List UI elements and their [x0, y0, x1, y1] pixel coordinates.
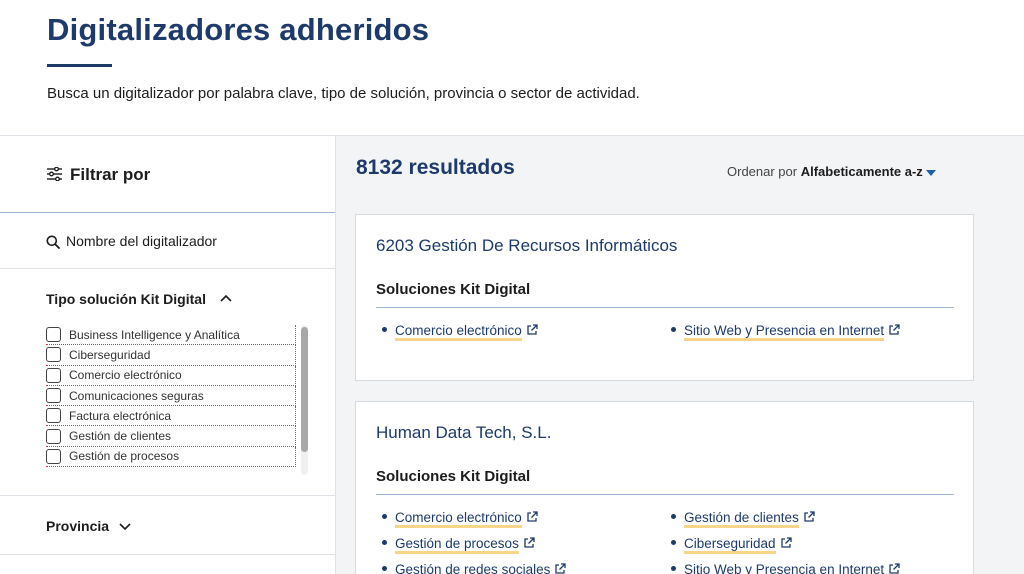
tipo-option-label: Ciberseguridad — [69, 347, 151, 362]
sliders-icon — [47, 167, 62, 181]
filter-sidebar: Filtrar por Nombre del digitalizador Tip… — [0, 135, 336, 574]
external-link-icon[interactable] — [888, 324, 900, 336]
solution-link[interactable]: Gestión de procesos — [382, 536, 535, 554]
solution-link-label[interactable]: Ciberseguridad — [684, 536, 776, 554]
results-panel: 8132 resultados Ordenar por Alfabeticame… — [336, 135, 1024, 574]
scrollbar-thumb[interactable] — [301, 327, 308, 452]
chevron-down-icon — [119, 523, 131, 531]
bullet — [382, 513, 387, 519]
tipo-option-label: Gestión de clientes — [69, 429, 172, 444]
card-title[interactable]: Human Data Tech, S.L. — [376, 423, 551, 443]
solution-link-label[interactable]: Sitio Web y Presencia en Internet — [684, 323, 885, 341]
result-card: Human Data Tech, S.L. Soluciones Kit Dig… — [355, 401, 974, 574]
bullet — [671, 513, 676, 519]
external-link-icon[interactable] — [554, 563, 566, 574]
external-link-icon[interactable] — [780, 537, 792, 549]
solution-link[interactable]: Sitio Web y Presencia en Internet — [671, 323, 900, 341]
bullet — [671, 326, 676, 332]
title-underline — [47, 64, 112, 67]
bullet — [671, 565, 676, 571]
caret-down-icon[interactable] — [925, 169, 936, 176]
result-card: 6203 Gestión De Recursos Informáticos So… — [355, 214, 974, 381]
solution-link-label[interactable]: Sitio Web y Presencia en Internet — [684, 562, 885, 574]
solution-link[interactable]: Comercio electrónico — [382, 323, 538, 341]
bullet — [382, 539, 387, 545]
tipo-option-label: Comercio electrónico — [69, 368, 182, 383]
tipo-option-label: Gestión de procesos — [69, 449, 180, 464]
external-link-icon[interactable] — [526, 511, 538, 523]
checkbox[interactable] — [46, 347, 61, 363]
bullet — [671, 539, 676, 545]
tipo-option[interactable]: Business Intelligence y Analítica — [46, 325, 296, 346]
checkbox[interactable] — [46, 408, 61, 424]
tipo-option[interactable]: Gestión de clientes — [46, 426, 296, 447]
checkbox[interactable] — [46, 428, 61, 444]
filter-label: Filtrar por — [70, 165, 151, 184]
filter-header: Filtrar por — [0, 136, 335, 213]
results-count: 8132 resultados — [356, 156, 515, 179]
divider — [376, 494, 954, 495]
tipo-option[interactable]: Gestión de procesos — [46, 446, 296, 468]
card-section-title: Soluciones Kit Digital — [376, 281, 531, 298]
solution-link-label[interactable]: Comercio electrónico — [395, 323, 522, 341]
external-link-icon[interactable] — [803, 511, 815, 523]
tipo-option[interactable]: Ciberseguridad — [46, 345, 296, 366]
checkbox[interactable] — [46, 448, 61, 464]
chevron-up-icon[interactable] — [220, 294, 232, 302]
external-link-icon[interactable] — [888, 563, 900, 574]
external-link-icon[interactable] — [526, 324, 538, 336]
solution-link-label[interactable]: Comercio electrónico — [395, 510, 522, 528]
page-title: Digitalizadores adheridos — [47, 12, 430, 47]
provincia-filter-toggle[interactable]: Provincia — [0, 495, 335, 555]
page-subtitle: Busca un digitalizador por palabra clave… — [47, 85, 640, 102]
sort-prefix: Ordenar por — [727, 164, 798, 179]
external-link-icon[interactable] — [523, 537, 535, 549]
tipo-options-list: Business Intelligence y Analítica Cibers… — [46, 325, 296, 475]
checkbox[interactable] — [46, 367, 61, 383]
solution-link[interactable]: Gestión de clientes — [671, 510, 815, 528]
name-search-label: Nombre del digitalizador — [66, 233, 217, 249]
solution-link[interactable]: Comercio electrónico — [382, 510, 538, 528]
solution-link[interactable]: Ciberseguridad — [671, 536, 792, 554]
tipo-filter-toggle[interactable]: Tipo solución Kit Digital — [46, 291, 206, 307]
search-icon — [46, 235, 60, 249]
name-search-toggle[interactable]: Nombre del digitalizador — [0, 213, 335, 269]
solution-link[interactable]: Sitio Web y Presencia en Internet — [671, 562, 900, 574]
divider — [376, 307, 954, 308]
card-section-title: Soluciones Kit Digital — [376, 468, 531, 485]
checkbox[interactable] — [46, 388, 61, 404]
tipo-option[interactable]: Comunicaciones seguras — [46, 385, 296, 407]
checkbox[interactable] — [46, 327, 61, 343]
tipo-option-label: Comunicaciones seguras — [69, 388, 204, 403]
tipo-option-label: Business Intelligence y Analítica — [69, 327, 240, 342]
tipo-option-label: Factura electrónica — [69, 408, 172, 423]
solution-link-label[interactable]: Gestión de procesos — [395, 536, 519, 554]
solution-link[interactable]: Gestión de redes sociales — [382, 562, 566, 574]
solution-link-label[interactable]: Gestión de redes sociales — [395, 562, 551, 574]
solution-link-label[interactable]: Gestión de clientes — [684, 510, 799, 528]
options-scrollbar[interactable] — [301, 325, 308, 475]
tipo-option[interactable]: Comercio electrónico — [46, 365, 296, 386]
card-title[interactable]: 6203 Gestión De Recursos Informáticos — [376, 236, 677, 256]
bullet — [382, 565, 387, 571]
page-header: Digitalizadores adheridos Busca un digit… — [0, 0, 1024, 135]
provincia-label: Provincia — [46, 518, 110, 534]
sort-value[interactable]: Alfabeticamente a-z — [801, 164, 923, 179]
bullet — [382, 326, 387, 332]
tipo-option[interactable]: Factura electrónica — [46, 406, 296, 427]
sort-control[interactable]: Ordenar por Alfabeticamente a-z — [727, 164, 936, 179]
